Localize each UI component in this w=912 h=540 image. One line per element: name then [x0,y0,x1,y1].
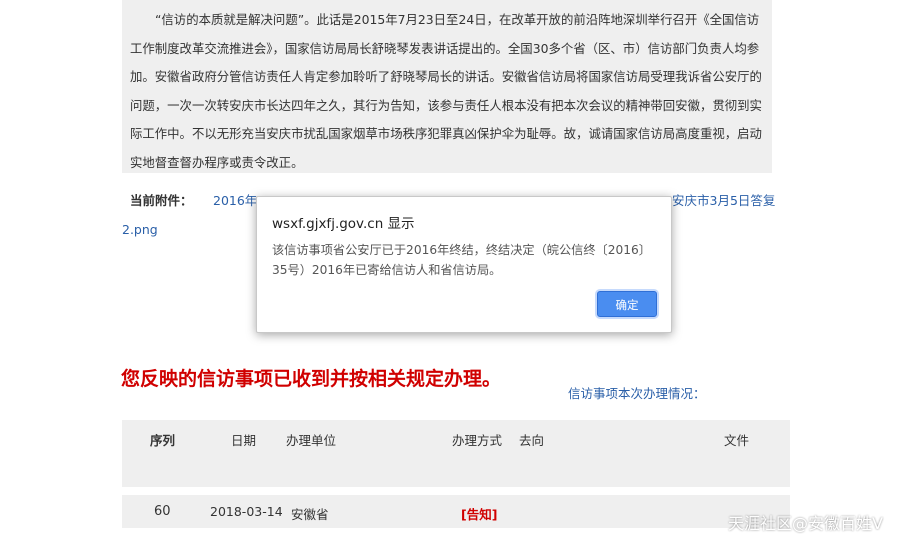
header-direction: 去向 [519,433,545,448]
header-unit: 办理单位 [286,433,337,448]
header-date: 日期 [231,433,257,448]
dialog-title: wsxf.gjxfj.gov.cn 显示 [272,216,415,232]
petition-content-text: “信访的本质就是解决问题”。此话是2015年7月23日至24日，在改革开放的前沿… [130,12,762,170]
attachments-label-row: 当前附件： [130,190,193,209]
watermark: 天涯社区@安徽百姓V [728,514,883,533]
cell-method: [告知] [461,507,498,522]
header-file: 文件 [724,433,750,448]
attachment-link-continued[interactable]: 安庆市3月5日答复 [672,190,775,209]
dialog-message: 该信访事项省公安厅已于2016年终结，终结决定（皖公信终〔2016〕35号）20… [272,243,651,277]
attachments-label: 当前附件： [130,193,193,208]
header-method: 办理方式 [452,433,503,448]
ok-button[interactable]: 确定 [597,291,657,317]
header-seq: 序列 [150,433,176,448]
alert-dialog: wsxf.gjxfj.gov.cn 显示 该信访事项省公安厅已于2016年终结，… [256,196,672,333]
attachment-link[interactable]: 2016年 [213,190,257,209]
cell-seq: 60 [154,504,171,519]
cell-unit: 安徽省 [291,507,329,522]
attachment-link-wrap[interactable]: 2.png [122,222,158,237]
cell-date: 2018-03-14 [210,504,283,519]
received-headline: 您反映的信访事项已收到并按相关规定办理。 [121,368,502,390]
handling-status-link[interactable]: 信访事项本次办理情况： [568,383,706,402]
